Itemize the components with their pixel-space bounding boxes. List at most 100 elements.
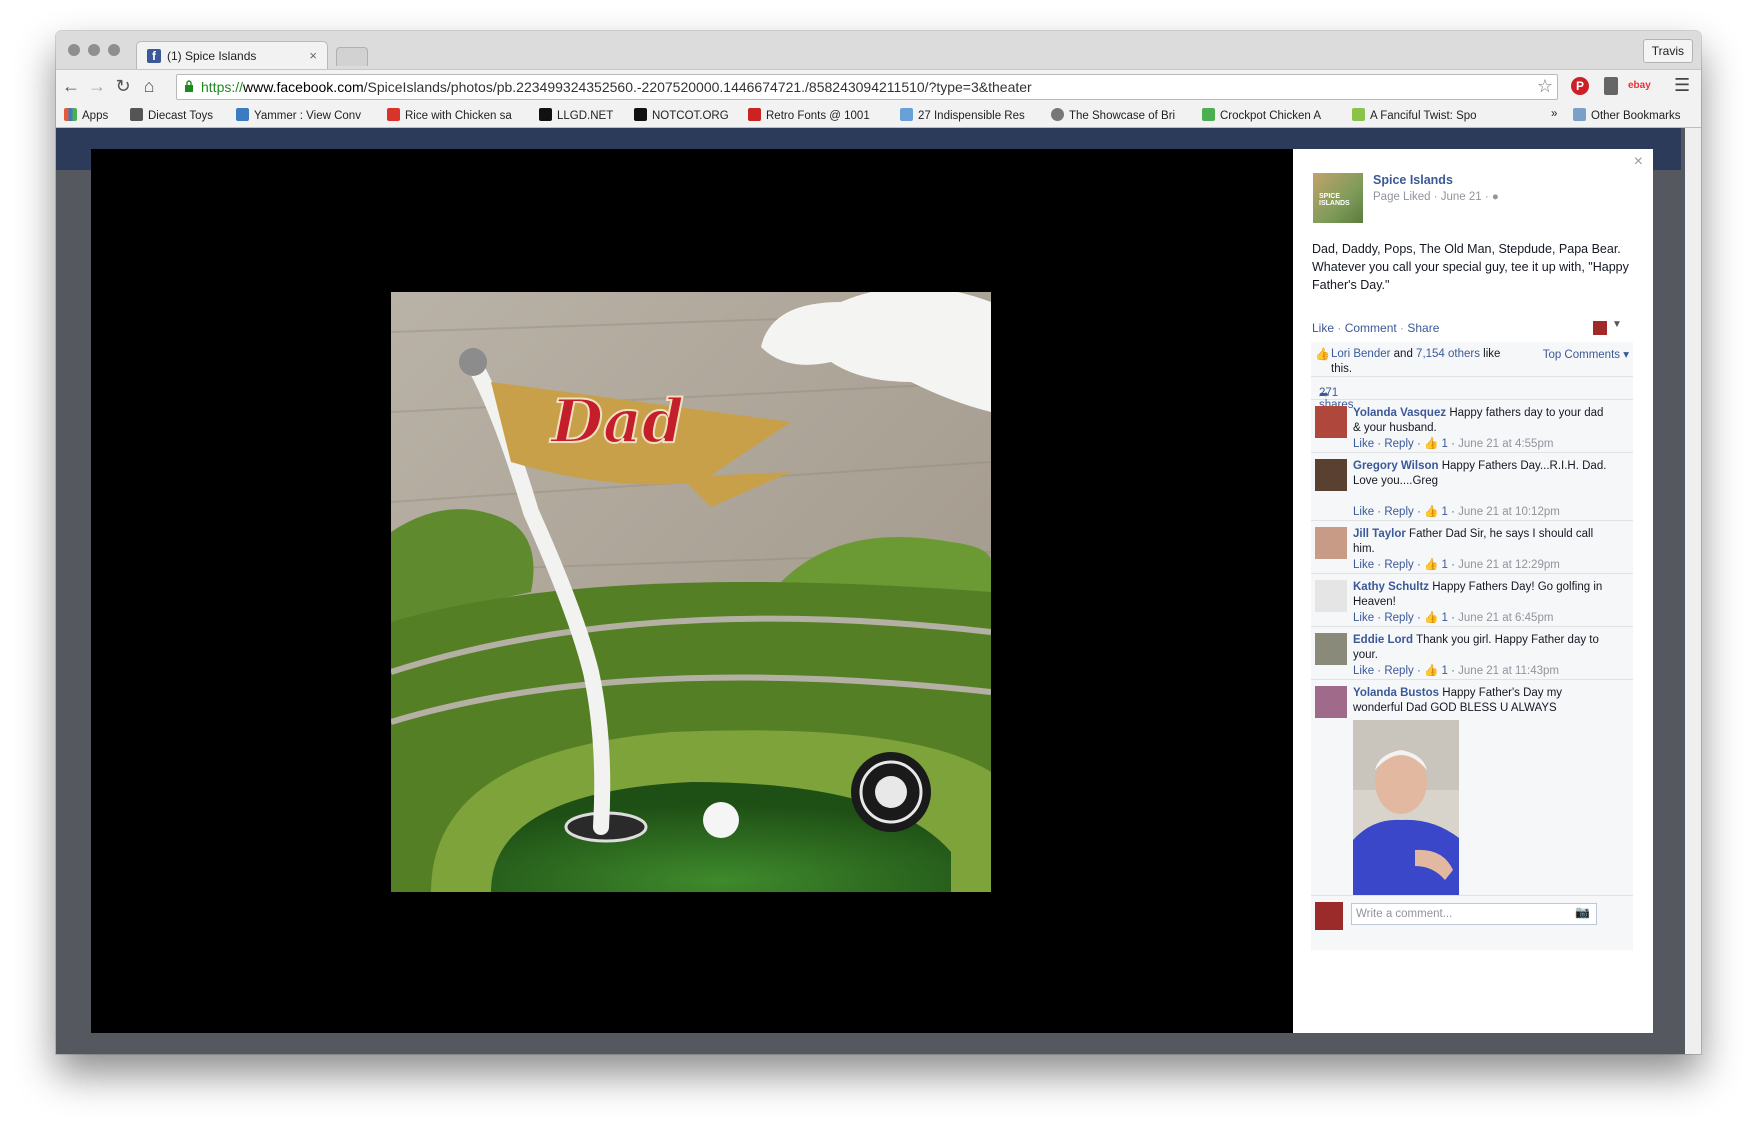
comment-like-link[interactable]: Like <box>1353 506 1374 518</box>
thumbs-up-icon: 👍 <box>1423 559 1439 571</box>
comment-author[interactable]: Eddie Lord <box>1353 634 1413 646</box>
like-link[interactable]: Like <box>1312 321 1334 335</box>
comment-item: Gregory Wilson Happy Fathers Day...R.I.H… <box>1311 453 1633 521</box>
golf-flag-photo-art: Dad <box>391 292 991 892</box>
comment-reply-link[interactable]: Reply <box>1384 506 1413 518</box>
bookmark-notcot[interactable]: NOTCOT.ORG <box>634 108 739 122</box>
comment-author[interactable]: Jill Taylor <box>1353 528 1406 540</box>
bookmark-llgd[interactable]: LLGD.NET <box>539 108 625 122</box>
shares-summary[interactable]: ➦ 271 shares <box>1311 377 1633 411</box>
url-text: https://www.facebook.com/SpiceIslands/ph… <box>201 79 1032 95</box>
bookmark-showcase[interactable]: The Showcase of Bri <box>1051 108 1193 122</box>
home-icon[interactable]: ⌂ <box>138 76 160 97</box>
commenter-avatar[interactable] <box>1315 406 1347 438</box>
spice-islands-avatar[interactable]: SPICE ISLANDS <box>1313 173 1363 223</box>
comment-author[interactable]: Yolanda Bustos <box>1353 687 1439 699</box>
thumbs-up-icon: 👍 <box>1423 506 1439 518</box>
comment-like-link[interactable]: Like <box>1353 612 1374 624</box>
browser-toolbar: ← → ↻ ⌂ https://www.facebook.com/SpiceIs… <box>56 69 1701 104</box>
photo-theater[interactable]: Dad <box>91 149 1295 1033</box>
chevron-down-icon[interactable]: ▼ <box>1612 319 1622 330</box>
comment-link[interactable]: Comment <box>1345 321 1397 335</box>
menu-icon[interactable]: ☰ <box>1674 75 1690 96</box>
top-comments-dropdown[interactable]: Top Comments ▾ <box>1543 347 1629 361</box>
comment-photo[interactable] <box>1353 720 1459 908</box>
write-comment-row: Write a comment... 📷 <box>1311 895 1633 936</box>
bookmark-yammer[interactable]: Yammer : View Conv <box>236 108 371 122</box>
browser-window: f (1) Spice Islands × Travis ← → ↻ ⌂ htt… <box>56 31 1701 1054</box>
bookmark-fanciful-twist[interactable]: A Fanciful Twist: Spo <box>1352 108 1490 122</box>
ebay-icon[interactable]: ebay <box>1628 80 1651 91</box>
tab-close-icon[interactable]: × <box>309 48 317 63</box>
separator: · <box>1396 321 1408 335</box>
comment-reply-link[interactable]: Reply <box>1384 665 1413 677</box>
comment-reply-link[interactable]: Reply <box>1384 438 1413 450</box>
commenter-avatar[interactable] <box>1315 686 1347 718</box>
bookmark-diecast-toys[interactable]: Diecast Toys <box>130 108 234 122</box>
comment-like-link[interactable]: Like <box>1353 665 1374 677</box>
bookmark-crockpot-chicken[interactable]: Crockpot Chicken A <box>1202 108 1333 122</box>
current-user-avatar[interactable] <box>1315 902 1343 930</box>
crockpot-icon <box>1202 108 1215 121</box>
extension-icon[interactable] <box>1604 77 1618 95</box>
address-bar[interactable]: https://www.facebook.com/SpiceIslands/ph… <box>176 74 1558 100</box>
comment-text: Gregory Wilson Happy Fathers Day...R.I.H… <box>1353 460 1607 487</box>
posting-as-avatar[interactable] <box>1593 321 1607 335</box>
default-avatar-icon[interactable] <box>1315 580 1347 612</box>
post-photo[interactable]: Dad <box>391 292 991 892</box>
comment-meta: Like · Reply · 👍 1 · June 21 at 6:45pm <box>1353 612 1554 624</box>
commenter-avatar[interactable] <box>1315 459 1347 491</box>
new-tab-button[interactable] <box>336 47 368 66</box>
zoom-window-button[interactable] <box>108 44 120 56</box>
other-bookmarks-folder[interactable]: Other Bookmarks <box>1573 108 1680 122</box>
bookmarks-overflow-chevron-icon[interactable]: » <box>1551 108 1557 120</box>
notcot-icon <box>634 108 647 121</box>
yammer-icon <box>236 108 249 121</box>
comment-meta: Like · Reply · 👍 1 · June 21 at 11:43pm <box>1353 665 1559 677</box>
forward-arrow-icon[interactable]: → <box>86 76 108 97</box>
back-arrow-icon[interactable]: ← <box>60 76 82 97</box>
share-link[interactable]: Share <box>1407 321 1439 335</box>
lock-icon <box>185 80 193 92</box>
llgd-icon <box>539 108 552 121</box>
fonts-icon <box>748 108 761 121</box>
comment-item: Jill Taylor Father Dad Sir, he says I sh… <box>1311 521 1633 574</box>
page-name-link[interactable]: Spice Islands <box>1373 173 1453 187</box>
profile-button[interactable]: Travis <box>1642 39 1693 63</box>
tab-spice-islands[interactable]: f (1) Spice Islands × <box>136 41 328 70</box>
reload-icon[interactable]: ↻ <box>112 76 134 97</box>
recipe-icon <box>387 108 400 121</box>
likes-summary: 👍 Lori Bender and 7,154 others like this… <box>1311 342 1633 377</box>
comment-text: Eddie Lord Thank you girl. Happy Father … <box>1353 634 1599 661</box>
apps-grid-icon <box>64 108 77 121</box>
bookmark-rice-with-chicken[interactable]: Rice with Chicken sa <box>387 108 524 122</box>
page-icon <box>130 108 143 121</box>
page-scrollbar[interactable] <box>1685 128 1701 1054</box>
write-comment-input[interactable]: Write a comment... <box>1351 903 1597 925</box>
comment-reply-link[interactable]: Reply <box>1384 612 1413 624</box>
comment-author[interactable]: Gregory Wilson <box>1353 460 1439 472</box>
globe-icon: ● <box>1491 191 1499 203</box>
camera-icon[interactable]: 📷 <box>1575 905 1590 919</box>
commenter-avatar[interactable] <box>1315 527 1347 559</box>
pinterest-icon[interactable]: P <box>1571 77 1589 95</box>
elderly-man-photo <box>1353 720 1459 908</box>
bookmark-star-icon[interactable]: ☆ <box>1537 74 1553 98</box>
close-window-button[interactable] <box>68 44 80 56</box>
bookmark-27-indispensible[interactable]: 27 Indispensible Res <box>900 108 1041 122</box>
comment-author[interactable]: Kathy Schultz <box>1353 581 1429 593</box>
comment-like-link[interactable]: Like <box>1353 438 1374 450</box>
comment-text: Kathy Schultz Happy Fathers Day! Go golf… <box>1353 581 1603 608</box>
close-icon[interactable]: × <box>1634 153 1643 171</box>
comment-reply-link[interactable]: Reply <box>1384 559 1413 571</box>
commenter-avatar[interactable] <box>1315 633 1347 665</box>
thumbs-up-icon: 👍 <box>1315 347 1330 361</box>
liker-link[interactable]: Lori Bender <box>1331 348 1390 360</box>
comment-author[interactable]: Yolanda Vasquez <box>1353 407 1446 419</box>
bookmark-apps[interactable]: Apps <box>64 108 124 122</box>
tab-strip: f (1) Spice Islands × Travis <box>56 31 1701 70</box>
minimize-window-button[interactable] <box>88 44 100 56</box>
bookmark-retro-fonts[interactable]: Retro Fonts @ 1001 <box>748 108 888 122</box>
comment-like-link[interactable]: Like <box>1353 559 1374 571</box>
others-link[interactable]: 7,154 others <box>1416 348 1480 360</box>
